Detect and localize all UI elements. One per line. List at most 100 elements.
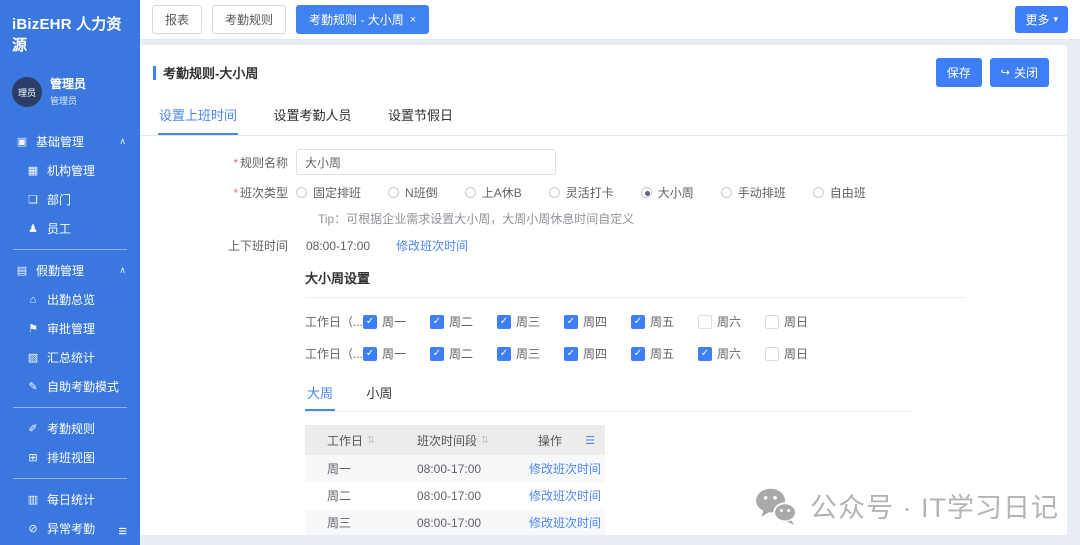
checkbox-week2-fri[interactable]: ✓周五	[631, 345, 698, 362]
column-shift-time[interactable]: 班次时间段⇅	[417, 432, 525, 449]
checkbox-box: ✓	[564, 315, 578, 329]
close-button[interactable]: ↪ 关闭	[990, 58, 1049, 87]
checkbox-week1-wed[interactable]: ✓周三	[497, 313, 564, 330]
sidebar-item-approval-management[interactable]: ⚑ 审批管理	[0, 314, 140, 343]
rule-name-label: *规则名称	[160, 154, 288, 171]
radio-n-shift[interactable]: N班倒	[388, 184, 438, 201]
checkbox-week1-thu[interactable]: ✓周四	[564, 313, 631, 330]
checkbox-week1-sat[interactable]: ✓周六	[698, 313, 765, 330]
edit-icon: ✐	[26, 422, 40, 435]
user-badge-icon: ▣	[15, 135, 29, 148]
item-label: 考勤规则	[47, 420, 128, 437]
sidebar-item-employee[interactable]: ♟ 员工	[0, 214, 140, 243]
tab-report[interactable]: 报表	[152, 5, 202, 34]
radio-circle	[296, 187, 307, 198]
item-label: 汇总统计	[47, 349, 128, 366]
sidebar-item-self-attendance-mode[interactable]: ✎ 自助考勤模式	[0, 372, 140, 401]
table-row: 周三 08:00-17:00 修改班次时间	[305, 509, 605, 535]
checkbox-week1-fri[interactable]: ✓周五	[631, 313, 698, 330]
sidebar-item-attendance-rules[interactable]: ✐ 考勤规则	[0, 414, 140, 443]
radio-flexible-punch[interactable]: 灵活打卡	[549, 184, 614, 201]
modify-shift-time-link[interactable]: 修改班次时间	[529, 516, 601, 530]
tab-attendance-rules[interactable]: 考勤规则	[212, 5, 286, 34]
radio-big-small-week[interactable]: 大小周	[641, 184, 694, 201]
radio-circle-selected	[641, 187, 652, 198]
tab-big-week[interactable]: 大周	[305, 379, 335, 411]
shift-type-label: *班次类型	[160, 184, 288, 201]
checkbox-week1-sun[interactable]: ✓周日	[765, 313, 832, 330]
item-label: 每日统计	[47, 491, 128, 508]
tab-set-attendance-staff[interactable]: 设置考勤人员	[272, 99, 352, 135]
column-filter-icon[interactable]: ☰	[585, 434, 605, 447]
sidebar-group-leave-management[interactable]: ▤ 假勤管理 ∧	[0, 256, 140, 285]
table-row: 周一 08:00-17:00 修改班次时间	[305, 455, 605, 482]
leave-card-icon: ▤	[15, 264, 29, 277]
radio-circle	[721, 187, 732, 198]
radio-circle	[813, 187, 824, 198]
sidebar-item-schedule-view[interactable]: ⊞ 排班视图	[0, 443, 140, 472]
sidebar-item-summary-statistics[interactable]: ▧ 汇总统计	[0, 343, 140, 372]
radio-work-a-rest-b[interactable]: 上A休B	[465, 184, 522, 201]
watermark: 公众号 · IT学习日记	[754, 486, 1059, 525]
radio-free-shift[interactable]: 自由班	[813, 184, 866, 201]
rule-name-input[interactable]	[296, 149, 556, 175]
column-workday[interactable]: 工作日⇅	[305, 432, 417, 449]
daily-report-icon: ▥	[26, 493, 40, 506]
shift-time-cell: 08:00-17:00	[417, 516, 525, 530]
save-button[interactable]: 保存	[936, 58, 982, 87]
checkbox-week1-mon[interactable]: ✓周一	[363, 313, 430, 330]
modify-shift-time-link[interactable]: 修改班次时间	[396, 237, 468, 254]
checkbox-box: ✓	[430, 347, 444, 361]
sidebar-group-basic-management[interactable]: ▣ 基础管理 ∧	[0, 127, 140, 156]
table-row: 周二 08:00-17:00 修改班次时间	[305, 482, 605, 509]
shift-table: 工作日⇅ 班次时间段⇅ 操作 ☰ 周一 08:00-17:00 修改班次时间 周…	[305, 425, 605, 535]
sidebar-item-attendance-overview[interactable]: ⌂ 出勤总览	[0, 285, 140, 314]
week-type-tab-bar: 大周 小周	[305, 379, 913, 412]
checkbox-week2-tue[interactable]: ✓周二	[430, 345, 497, 362]
shift-time-cell: 08:00-17:00	[417, 489, 525, 503]
checkbox-week2-sat[interactable]: ✓周六	[698, 345, 765, 362]
close-label: 关闭	[1014, 64, 1038, 81]
menu-divider	[13, 478, 127, 479]
radio-manual-schedule[interactable]: 手动排班	[721, 184, 786, 201]
user-profile[interactable]: 理员 管理员 管理员	[0, 61, 140, 113]
check-icon: ✓	[366, 349, 374, 359]
sidebar-item-department[interactable]: ❏ 部门	[0, 185, 140, 214]
settings-tab-bar: 设置上班时间 设置考勤人员 设置节假日	[140, 99, 1067, 136]
modify-shift-time-link[interactable]: 修改班次时间	[529, 462, 601, 476]
checkbox-week2-wed[interactable]: ✓周三	[497, 345, 564, 362]
checkbox-week2-sun[interactable]: ✓周日	[765, 345, 832, 362]
tab-attendance-rule-daxiaozhou[interactable]: 考勤规则 - 大小周 ×	[296, 5, 429, 34]
check-icon: ✓	[634, 317, 642, 327]
radio-fixed-schedule[interactable]: 固定排班	[296, 184, 361, 201]
modify-shift-time-link[interactable]: 修改班次时间	[529, 489, 601, 503]
sidebar-item-org-management[interactable]: ▦ 机构管理	[0, 156, 140, 185]
tab-label: 报表	[165, 11, 189, 28]
work-time-label: 上下班时间	[160, 237, 288, 254]
tab-set-holidays[interactable]: 设置节假日	[387, 99, 454, 135]
tab-set-work-time[interactable]: 设置上班时间	[158, 99, 238, 135]
checkbox-week2-thu[interactable]: ✓周四	[564, 345, 631, 362]
checkbox-week2-mon[interactable]: ✓周一	[363, 345, 430, 362]
main-area: 报表 考勤规则 考勤规则 - 大小周 × 更多 ▾ 考勤规则-大小周 保存 ↪ …	[140, 0, 1080, 545]
chevron-down-icon: ▾	[1053, 14, 1058, 25]
more-button[interactable]: 更多 ▾	[1015, 6, 1068, 33]
employee-icon: ♟	[26, 222, 40, 235]
checkbox-week1-tue[interactable]: ✓周二	[430, 313, 497, 330]
sort-icon[interactable]: ⇅	[481, 435, 489, 446]
menu-divider	[13, 407, 127, 408]
sidebar-item-daily-statistics[interactable]: ▥ 每日统计	[0, 485, 140, 514]
check-icon: ✓	[366, 317, 374, 327]
tab-small-week[interactable]: 小周	[364, 379, 394, 411]
sidebar-collapse-icon[interactable]: ≡	[118, 523, 127, 540]
tag-icon: ⚑	[26, 322, 40, 335]
shift-type-row: *班次类型 固定排班 N班倒 上A休B 灵活打卡 大小周 手动排班 自由班	[160, 184, 1047, 201]
summary-chart-icon: ▧	[26, 351, 40, 364]
required-mark: *	[233, 186, 238, 200]
department-icon: ❏	[26, 193, 40, 206]
checkbox-box: ✓	[765, 315, 779, 329]
close-icon[interactable]: ×	[410, 14, 416, 26]
avatar: 理员	[12, 77, 42, 107]
check-icon: ✓	[701, 349, 709, 359]
sort-icon[interactable]: ⇅	[367, 435, 375, 446]
